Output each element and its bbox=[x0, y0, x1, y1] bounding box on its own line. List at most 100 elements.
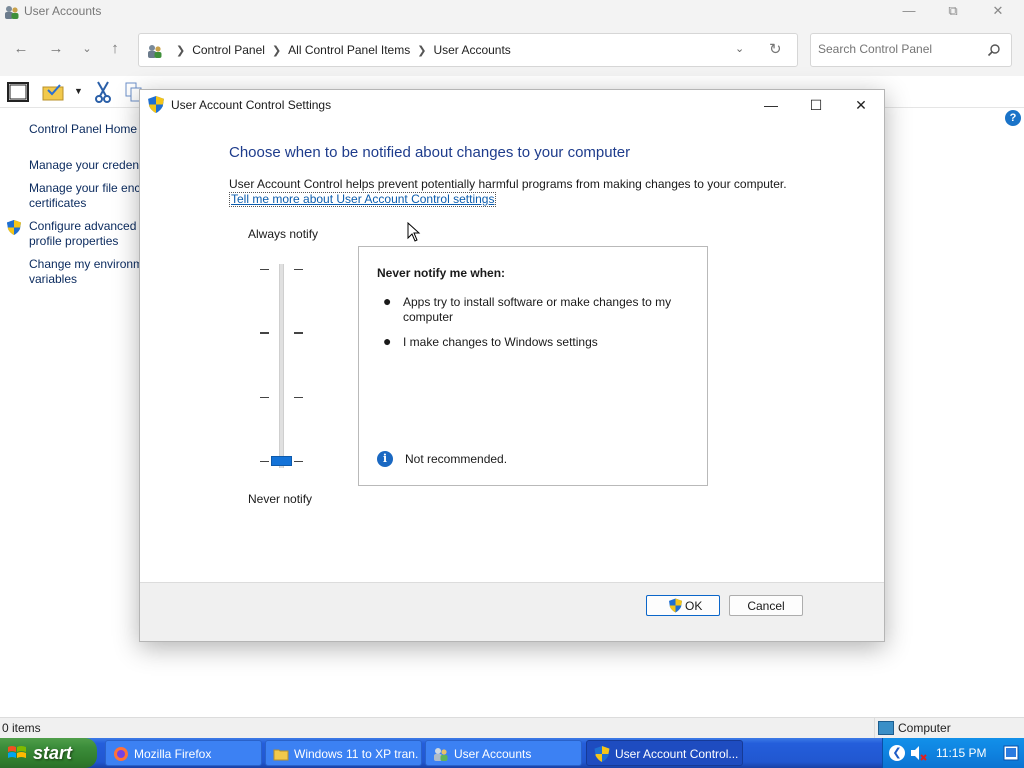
taskbar-item-firefox[interactable]: Mozilla Firefox bbox=[105, 740, 262, 766]
slider-tick-right bbox=[294, 397, 303, 398]
slider-tick-left bbox=[260, 332, 269, 334]
taskbar-item-folder[interactable]: Windows 11 to XP tran... bbox=[265, 740, 422, 766]
volume-muted-icon[interactable] bbox=[909, 744, 927, 762]
dialog-close-button[interactable]: ✕ bbox=[838, 92, 884, 118]
computer-icon bbox=[878, 721, 894, 735]
slider-tick-left bbox=[260, 461, 269, 462]
address-bar[interactable]: ❯ Control Panel ❯ All Control Panel Items ❯ U… bbox=[138, 33, 798, 67]
show-hidden-icons-chevron-icon[interactable]: ❮ bbox=[889, 745, 905, 761]
taskbar-item-uac-settings[interactable]: User Account Control... bbox=[586, 740, 743, 766]
slider-thumb[interactable] bbox=[271, 456, 292, 466]
control-panel-home-link[interactable]: Control Panel Home bbox=[29, 122, 140, 137]
slider-top-label: Always notify bbox=[248, 227, 319, 241]
address-dropdown-icon[interactable]: ⌄ bbox=[735, 42, 744, 55]
uac-shield-icon bbox=[669, 598, 682, 613]
manage-file-encryption-link[interactable]: Manage your file enc certificates bbox=[29, 181, 140, 211]
breadcrumb-all-items[interactable]: All Control Panel Items bbox=[288, 43, 410, 57]
dialog-titlebar[interactable]: User Account Control Settings — ☐ ✕ bbox=[140, 90, 884, 120]
user-accounts-icon bbox=[434, 748, 448, 761]
taskbar-item-user-accounts[interactable]: User Accounts bbox=[425, 740, 582, 766]
configure-advanced-profile-link[interactable]: Configure advanced profile properties bbox=[29, 219, 140, 249]
link-line: Change my environm bbox=[29, 257, 140, 271]
navigation-bar: ← → ⌄ ↑ ❯ Control Panel ❯ All Control Panel… bbox=[0, 24, 1024, 76]
learn-more-link[interactable]: Tell me more about User Account Control … bbox=[229, 192, 497, 207]
level-bullet-item: Apps try to install software or make cha… bbox=[403, 295, 672, 324]
uac-shield-icon bbox=[594, 746, 610, 762]
cut-icon[interactable] bbox=[91, 80, 115, 104]
item-count: 0 items bbox=[2, 721, 41, 735]
mouse-cursor-icon bbox=[407, 222, 421, 242]
taskbar-item-label: Windows 11 to XP tran... bbox=[294, 747, 419, 761]
taskbar-item-label: User Account Control... bbox=[615, 747, 739, 761]
breadcrumb-control-panel[interactable]: Control Panel bbox=[192, 43, 265, 57]
refresh-icon[interactable]: ↻ bbox=[769, 40, 782, 58]
explorer-titlebar: User Accounts — ⧉ ✕ bbox=[0, 0, 1024, 24]
help-icon[interactable]: ? bbox=[1005, 110, 1021, 126]
start-button[interactable]: start bbox=[0, 738, 97, 768]
search-icon[interactable] bbox=[987, 43, 1001, 57]
system-tray: ❮ 11:15 PM bbox=[882, 738, 1024, 768]
uac-shield-icon bbox=[148, 96, 164, 113]
dialog-title: User Account Control Settings bbox=[171, 98, 332, 112]
user-accounts-icon bbox=[5, 6, 19, 19]
slider-tick-right bbox=[294, 332, 303, 334]
windows-logo-icon bbox=[8, 746, 26, 758]
search-input[interactable] bbox=[818, 42, 978, 56]
up-arrow-icon[interactable]: ↑ bbox=[104, 38, 126, 60]
status-location-label: Computer bbox=[898, 721, 951, 735]
left-navigation-pane: Control Panel Home Manage your credent M… bbox=[0, 108, 140, 713]
link-line: variables bbox=[29, 272, 78, 286]
minimize-button[interactable]: — bbox=[886, 0, 932, 24]
link-line: Configure advanced bbox=[29, 219, 137, 233]
recommendation-note: Not recommended. bbox=[405, 452, 508, 466]
slider-tick-left bbox=[260, 269, 269, 270]
show-desktop-icon[interactable] bbox=[1003, 744, 1019, 762]
dialog-maximize-button[interactable]: ☐ bbox=[793, 92, 839, 118]
bullet-icon: ● bbox=[383, 333, 392, 349]
link-line: certificates bbox=[29, 196, 87, 210]
dialog-heading: Choose when to be notified about changes… bbox=[229, 144, 631, 161]
ok-button-label: OK bbox=[685, 599, 703, 613]
taskbar: start Mozilla Firefox Windows 11 to XP t… bbox=[0, 738, 1024, 768]
forward-arrow-icon[interactable]: → bbox=[45, 38, 67, 60]
info-icon: i bbox=[377, 451, 393, 467]
status-location: Computer bbox=[874, 718, 1024, 739]
dialog-minimize-button[interactable]: — bbox=[748, 92, 794, 118]
dialog-footer: OK Cancel bbox=[140, 582, 884, 641]
restore-button[interactable]: ⧉ bbox=[930, 0, 976, 24]
manage-credentials-link[interactable]: Manage your credent bbox=[29, 158, 140, 173]
control-panel-icon bbox=[148, 45, 162, 58]
recent-locations-chevron-icon[interactable]: ⌄ bbox=[76, 38, 98, 60]
level-bullet-item: I make changes to Windows settings bbox=[403, 335, 598, 349]
status-bar: 0 items Computer bbox=[0, 717, 1024, 739]
folder-dropdown-icon[interactable]: ▼ bbox=[74, 86, 83, 96]
change-environment-variables-link[interactable]: Change my environm variables bbox=[29, 257, 140, 287]
search-box[interactable] bbox=[810, 33, 1012, 67]
breadcrumb-separator-icon[interactable]: ❯ bbox=[272, 45, 281, 57]
pane-toggle-icon[interactable] bbox=[6, 80, 30, 104]
slider-tick-right bbox=[294, 461, 303, 462]
level-description-box: Never notify me when: ● Apps try to inst… bbox=[358, 246, 708, 486]
uac-shield-icon bbox=[7, 220, 21, 235]
folder-check-icon[interactable] bbox=[42, 80, 66, 104]
dialog-description: User Account Control helps prevent poten… bbox=[229, 177, 787, 191]
link-line: profile properties bbox=[29, 234, 119, 248]
ok-button[interactable]: OK bbox=[646, 595, 720, 616]
cancel-button[interactable]: Cancel bbox=[729, 595, 803, 616]
slider-tick-left bbox=[260, 397, 269, 398]
taskbar-item-label: Mozilla Firefox bbox=[134, 747, 212, 761]
breadcrumb-separator-icon[interactable]: ❯ bbox=[417, 45, 426, 57]
slider-bottom-label: Never notify bbox=[248, 492, 313, 506]
breadcrumb-separator-icon: ❯ bbox=[176, 45, 186, 57]
bullet-icon: ● bbox=[383, 293, 392, 309]
back-arrow-icon[interactable]: ← bbox=[10, 38, 32, 60]
breadcrumb-user-accounts[interactable]: User Accounts bbox=[433, 43, 510, 57]
close-button[interactable]: ✕ bbox=[975, 0, 1021, 24]
uac-settings-dialog: User Account Control Settings — ☐ ✕ Choo… bbox=[139, 89, 885, 642]
firefox-icon bbox=[114, 747, 128, 761]
link-line: Manage your file enc bbox=[29, 181, 140, 195]
link-line: Manage your credent bbox=[29, 158, 140, 172]
clock[interactable]: 11:15 PM bbox=[936, 746, 986, 760]
slider-track[interactable] bbox=[279, 264, 284, 468]
level-description-title: Never notify me when: bbox=[377, 266, 506, 280]
